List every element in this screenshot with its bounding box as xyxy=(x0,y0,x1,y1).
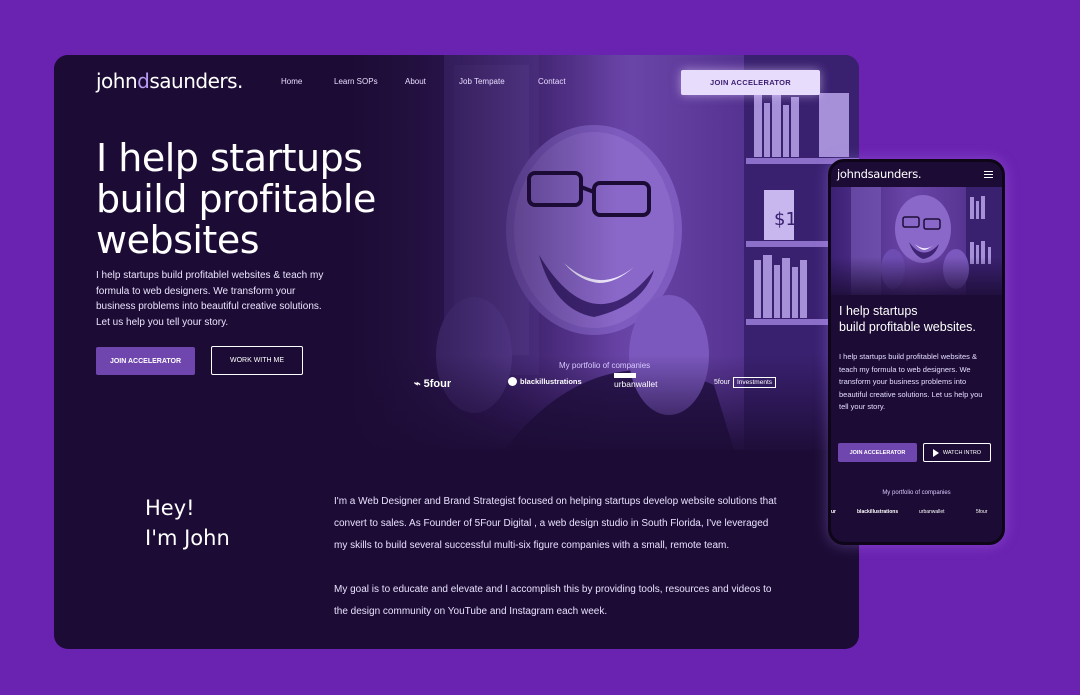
nav-item-about[interactable]: About xyxy=(405,77,426,86)
logo-5four[interactable]: ⌁ 5four xyxy=(414,377,452,391)
intro-heading-line: I'm John xyxy=(145,526,230,550)
work-with-me-button[interactable]: WORK WITH ME xyxy=(211,346,303,375)
hero-headline: I help startups build profitable website… xyxy=(96,138,426,261)
nav-item-contact[interactable]: Contact xyxy=(538,77,566,86)
portfolio-label: My portfolio of companies xyxy=(559,361,651,370)
mobile-logo[interactable]: johndsaunders. xyxy=(837,167,922,181)
blackillustrations-mark-icon xyxy=(508,377,517,386)
join-accelerator-button[interactable]: JOIN ACCELERATOR xyxy=(96,347,195,375)
mobile-join-accelerator-button[interactable]: JOIN ACCELERATOR xyxy=(838,443,917,462)
mobile-logo-blackillustrations[interactable]: blackillustrations xyxy=(857,509,898,515)
watch-intro-label: WATCH INTRO xyxy=(942,449,982,456)
hamburger-menu-icon[interactable] xyxy=(984,171,993,178)
mobile-logo-partial[interactable]: ur xyxy=(831,509,836,515)
logo-urbanwallet[interactable]: urbanwallet xyxy=(614,373,657,389)
mobile-hero-headline: I help startups build profitable website… xyxy=(839,303,999,335)
mobile-portfolio-label: My portfolio of companies xyxy=(882,490,951,496)
about-paragraph: I'm a Web Designer and Brand Strategist … xyxy=(334,496,777,551)
nav-item-learn-sops[interactable]: Learn SOPs xyxy=(334,77,378,86)
mobile-screen: johndsaunders. I help startups build pro… xyxy=(831,162,1002,542)
nav-item-job-template[interactable]: Job Tempate xyxy=(459,77,505,86)
desktop-mockup: $1 johndsaunders. Home Learn SOPs About … xyxy=(54,55,859,649)
logo-urbanwallet-text: urbanwallet xyxy=(614,379,658,389)
intro-heading: Hey! I'm John xyxy=(145,493,230,553)
urbanwallet-bar-icon xyxy=(614,373,636,378)
logo-blackillustrations-text: blackillustrations xyxy=(520,377,582,386)
about-text: I'm a Web Designer and Brand Strategist … xyxy=(334,491,779,623)
join-accelerator-nav-button[interactable]: JOIN ACCELERATOR xyxy=(681,70,820,95)
hero-headline-line: build profitable xyxy=(96,177,376,221)
logo-5four-text: 5four xyxy=(423,377,452,390)
about-paragraph: My goal is to educate and elevate and I … xyxy=(334,584,772,617)
logo-5four-investments-text: 5four xyxy=(714,379,730,386)
hero-headline-line: I help startups xyxy=(96,136,363,180)
mobile-hero-fade xyxy=(831,257,1002,302)
mobile-hero-headline-line: I help startups xyxy=(839,304,918,318)
mobile-logo-5four[interactable]: 5four xyxy=(976,509,987,515)
site-logo[interactable]: johndsaunders. xyxy=(96,69,243,93)
5four-mark-icon: ⌁ xyxy=(414,378,421,390)
hero-headline-line: websites xyxy=(96,218,260,262)
logo-investments-tag: Investments xyxy=(732,377,777,388)
play-icon xyxy=(932,448,939,457)
nav-item-home[interactable]: Home xyxy=(281,77,302,86)
mobile-mockup: johndsaunders. I help startups build pro… xyxy=(828,159,1005,545)
hero-subtext: I help startups build profitablel websit… xyxy=(96,270,324,328)
logo-5four-investments[interactable]: 5four Investments xyxy=(714,377,777,388)
watch-intro-button[interactable]: WATCH INTRO xyxy=(923,443,991,462)
mobile-logo-urbanwallet[interactable]: urbanwallet xyxy=(919,509,945,515)
mobile-hero-subtext: I help startups build profitablel websit… xyxy=(839,352,983,412)
mobile-hero-headline-line: build profitable websites. xyxy=(839,320,976,334)
logo-blackillustrations[interactable]: blackillustrations xyxy=(508,377,582,386)
intro-heading-line: Hey! xyxy=(145,496,195,520)
